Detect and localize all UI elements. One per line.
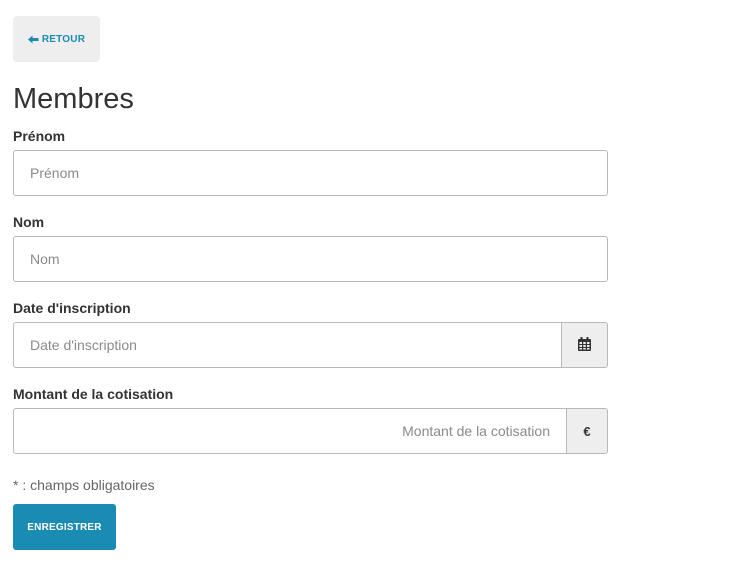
arrow-left-icon [27,35,39,44]
last-name-label: Nom [13,214,45,230]
calendar-button[interactable] [562,322,608,368]
last-name-input[interactable] [13,236,608,282]
first-name-input[interactable] [13,150,608,196]
required-fields-note: * : champs obligatoires [13,477,155,493]
back-button[interactable]: RETOUR [13,16,100,62]
registration-date-label: Date d'inscription [13,300,131,316]
first-name-label: Prénom [13,128,66,144]
calendar-icon [578,336,591,354]
euro-symbol: € [583,423,591,439]
euro-addon: € [567,408,608,454]
membership-fee-input[interactable] [13,408,567,454]
page-title: Membres [13,83,134,115]
registration-date-group [13,322,608,368]
save-button[interactable]: ENREGISTRER [13,504,116,550]
membership-fee-group: € [13,408,608,454]
membership-fee-label: Montant de la cotisation [13,386,174,402]
registration-date-input[interactable] [13,322,562,368]
back-button-label: RETOUR [41,33,86,45]
